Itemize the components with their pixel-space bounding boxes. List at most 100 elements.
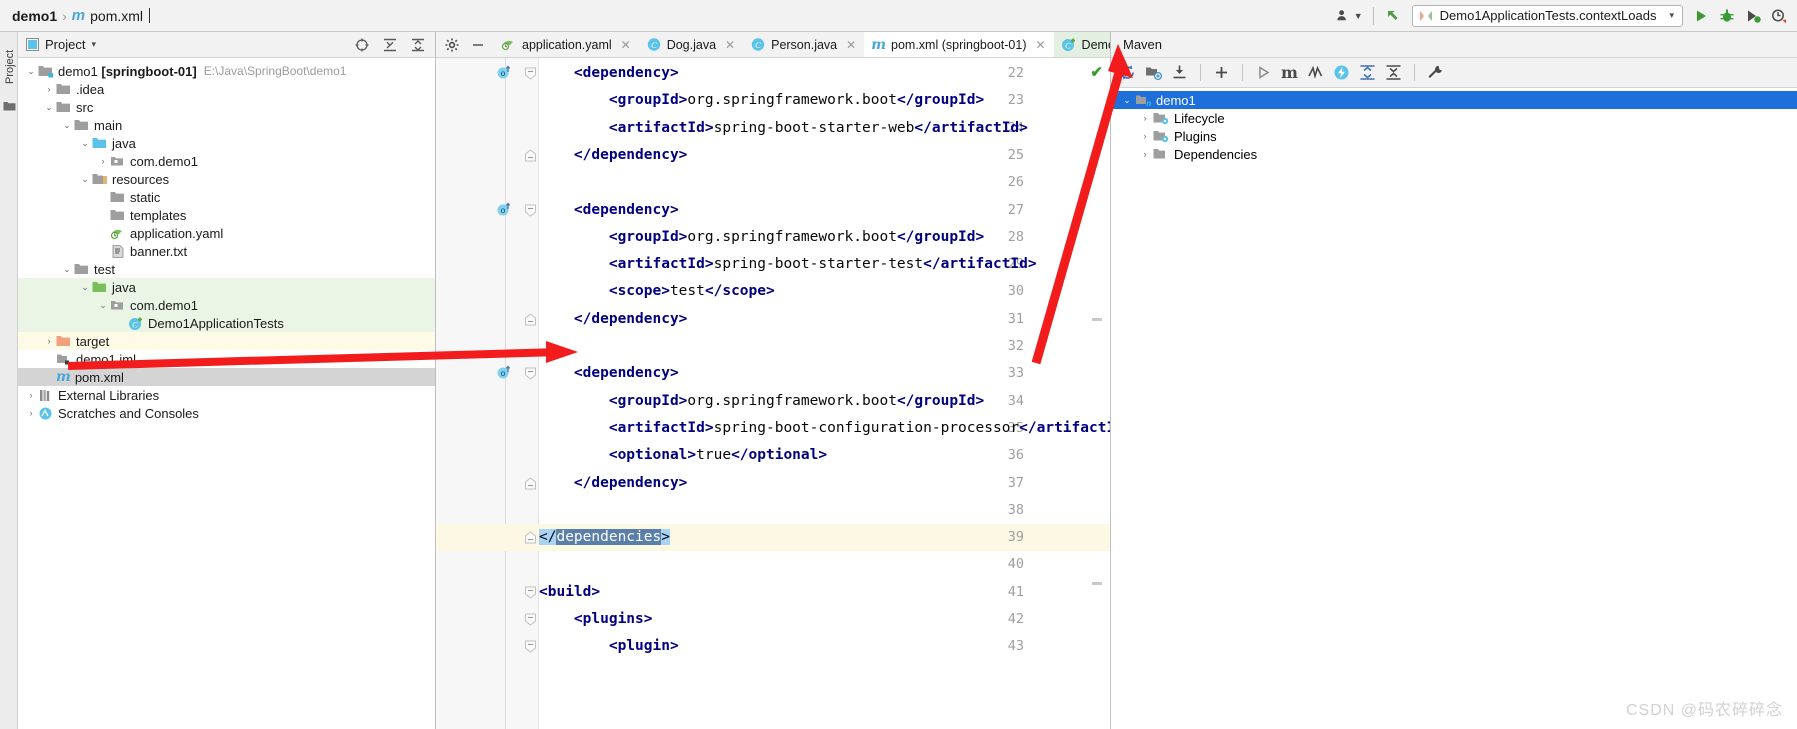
code-line[interactable]: <scope>test</scope> bbox=[539, 278, 1110, 305]
close-icon[interactable]: ✕ bbox=[846, 38, 856, 52]
maven-tree-node-lifecycle[interactable]: › Lifecycle bbox=[1111, 109, 1797, 127]
override-icon[interactable]: o bbox=[496, 65, 513, 82]
code-fold-icon[interactable] bbox=[524, 367, 537, 380]
target-icon[interactable] bbox=[355, 38, 369, 52]
tree-expand-arrow-icon[interactable]: ⌄ bbox=[78, 138, 92, 149]
settings-wrench-icon[interactable] bbox=[1427, 64, 1444, 81]
breadcrumb-project[interactable]: demo1 bbox=[12, 8, 57, 24]
tree-node-pom-xml[interactable]: m pom.xml bbox=[18, 368, 435, 386]
skip-tests-icon[interactable] bbox=[1307, 64, 1324, 81]
tree-expand-arrow-icon[interactable]: ⌄ bbox=[78, 282, 92, 293]
override-icon[interactable]: o bbox=[496, 365, 513, 382]
tree-node-main[interactable]: ⌄ main bbox=[18, 116, 435, 134]
run-with-coverage-button[interactable] bbox=[1745, 8, 1761, 24]
code-line[interactable]: </dependency> bbox=[539, 306, 1110, 333]
project-file-tree[interactable]: ⌄ demo1 [springboot-01] E:\Java\SpringBoot… bbox=[18, 58, 435, 422]
debug-button[interactable] bbox=[1719, 8, 1735, 24]
close-icon[interactable]: ✕ bbox=[1035, 38, 1045, 52]
project-tool-window-button[interactable]: Project bbox=[4, 34, 16, 84]
code-fold-icon[interactable] bbox=[524, 640, 537, 653]
tree-node-demo1-springboot-01[interactable]: ⌄ demo1 [springboot-01] E:\Java\SpringBoot… bbox=[18, 62, 435, 80]
editor-tab-dog-java[interactable]: C Dog.java ✕ bbox=[639, 32, 743, 57]
tree-expand-arrow-icon[interactable]: › bbox=[1137, 131, 1153, 141]
tree-node-scratches-and-consoles[interactable]: › Scratches and Consoles bbox=[18, 404, 435, 422]
settings-gear-icon[interactable] bbox=[445, 38, 459, 52]
code-line[interactable]: <build> bbox=[539, 579, 1110, 606]
code-line[interactable]: </dependency> bbox=[539, 470, 1110, 497]
tree-node-demo1applicationtests[interactable]: C Demo1ApplicationTests bbox=[18, 314, 435, 332]
code-line[interactable] bbox=[539, 497, 1110, 524]
expand-all-icon[interactable] bbox=[1359, 64, 1376, 81]
expand-all-icon[interactable] bbox=[411, 38, 425, 52]
tree-expand-arrow-icon[interactable]: › bbox=[24, 390, 38, 400]
tree-node-application-yaml[interactable]: application.yaml bbox=[18, 224, 435, 242]
code-line[interactable]: <groupId>org.springframework.boot</group… bbox=[539, 388, 1110, 415]
close-icon[interactable]: ✕ bbox=[621, 38, 631, 52]
tree-expand-arrow-icon[interactable]: › bbox=[96, 156, 110, 166]
code-fold-icon[interactable] bbox=[524, 204, 537, 217]
tree-node-test[interactable]: ⌄ test bbox=[18, 260, 435, 278]
tree-expand-arrow-icon[interactable]: › bbox=[42, 336, 56, 346]
editor-tab-pom-xml-springboot-01[interactable]: m pom.xml (springboot-01) ✕ bbox=[864, 32, 1054, 57]
execute-goal-icon[interactable] bbox=[1333, 64, 1350, 81]
maven-tree-node-plugins[interactable]: › Plugins bbox=[1111, 127, 1797, 145]
editor-tab-person-java[interactable]: C Person.java ✕ bbox=[743, 32, 864, 57]
maven-project-tree[interactable]: ⌄mdemo1›Lifecycle›Plugins›Dependencies bbox=[1111, 88, 1797, 163]
code-line[interactable]: </dependencies> bbox=[539, 524, 1110, 551]
tree-node-java[interactable]: ⌄ java bbox=[18, 278, 435, 296]
reload-icon[interactable] bbox=[1119, 64, 1136, 81]
code-editor[interactable]: 22 o <dependency> 23 <groupId>org.springfr… bbox=[436, 58, 1110, 729]
code-line[interactable]: <plugins> bbox=[539, 606, 1110, 633]
tree-expand-arrow-icon[interactable]: ⌄ bbox=[78, 174, 92, 185]
code-line[interactable]: <dependency> bbox=[539, 60, 1110, 87]
minimize-icon[interactable] bbox=[471, 38, 485, 52]
tree-expand-arrow-icon[interactable]: ⌄ bbox=[1119, 95, 1135, 106]
tree-expand-arrow-icon[interactable]: ⌄ bbox=[96, 300, 110, 311]
tree-expand-arrow-icon[interactable]: ⌄ bbox=[42, 102, 56, 113]
tree-expand-arrow-icon[interactable]: › bbox=[24, 408, 38, 418]
code-line[interactable]: <optional>true</optional> bbox=[539, 442, 1110, 469]
green-arrow-icon[interactable] bbox=[1384, 7, 1402, 25]
maven-tree-node-demo1[interactable]: ⌄ m demo1 bbox=[1111, 91, 1797, 109]
code-fold-icon[interactable] bbox=[524, 313, 537, 326]
download-sources-icon[interactable] bbox=[1171, 64, 1188, 81]
code-line[interactable]: <artifactId>spring-boot-configuration-pr… bbox=[539, 415, 1110, 442]
tree-expand-arrow-icon[interactable]: ⌄ bbox=[60, 264, 74, 275]
code-fold-icon[interactable] bbox=[524, 613, 537, 626]
tree-node-com-demo1[interactable]: › com.demo1 bbox=[18, 152, 435, 170]
tree-expand-arrow-icon[interactable]: › bbox=[1137, 113, 1153, 123]
code-line[interactable]: <dependency> bbox=[539, 360, 1110, 387]
collapse-all-icon[interactable] bbox=[1385, 64, 1402, 81]
tree-node-templates[interactable]: templates bbox=[18, 206, 435, 224]
close-icon[interactable]: ✕ bbox=[725, 38, 735, 52]
tree-node-com-demo1[interactable]: ⌄ com.demo1 bbox=[18, 296, 435, 314]
profile-button[interactable] bbox=[1771, 8, 1787, 24]
tree-expand-arrow-icon[interactable]: › bbox=[1137, 149, 1153, 159]
code-line[interactable] bbox=[539, 333, 1110, 360]
code-line[interactable]: <groupId>org.springframework.boot</group… bbox=[539, 87, 1110, 114]
editor-tab-application-yaml[interactable]: application.yaml ✕ bbox=[494, 32, 639, 57]
tree-node-java[interactable]: ⌄ java bbox=[18, 134, 435, 152]
override-icon[interactable]: o bbox=[496, 202, 513, 219]
code-line[interactable]: <artifactId>spring-boot-starter-web</art… bbox=[539, 115, 1110, 142]
chevron-down-icon[interactable]: ▾ bbox=[91, 39, 96, 50]
add-icon[interactable] bbox=[1213, 64, 1230, 81]
run-button[interactable] bbox=[1693, 8, 1709, 24]
breadcrumb-file[interactable]: pom.xml bbox=[90, 8, 143, 24]
code-fold-icon[interactable] bbox=[524, 586, 537, 599]
code-line[interactable]: </dependency> bbox=[539, 142, 1110, 169]
maven-m-icon[interactable]: m bbox=[1281, 63, 1298, 82]
collapse-all-icon[interactable] bbox=[383, 38, 397, 52]
add-maven-project-icon[interactable] bbox=[1145, 64, 1162, 81]
tree-node-idea[interactable]: › .idea bbox=[18, 80, 435, 98]
code-fold-icon[interactable] bbox=[524, 531, 537, 544]
editor-tab-demo1applicationtests-java[interactable]: CDemo1ApplicationTests.java✕ bbox=[1053, 32, 1110, 57]
code-line[interactable] bbox=[539, 169, 1110, 196]
code-line[interactable] bbox=[539, 551, 1110, 578]
user-icon[interactable]: ▼ bbox=[1336, 8, 1363, 23]
code-fold-icon[interactable] bbox=[524, 476, 537, 490]
tree-node-target[interactable]: › target bbox=[18, 332, 435, 350]
run-configuration-selector[interactable]: Demo1ApplicationTests.contextLoads ▾ bbox=[1411, 4, 1683, 27]
run-icon[interactable] bbox=[1255, 64, 1272, 81]
tree-node-src[interactable]: ⌄ src bbox=[18, 98, 435, 116]
